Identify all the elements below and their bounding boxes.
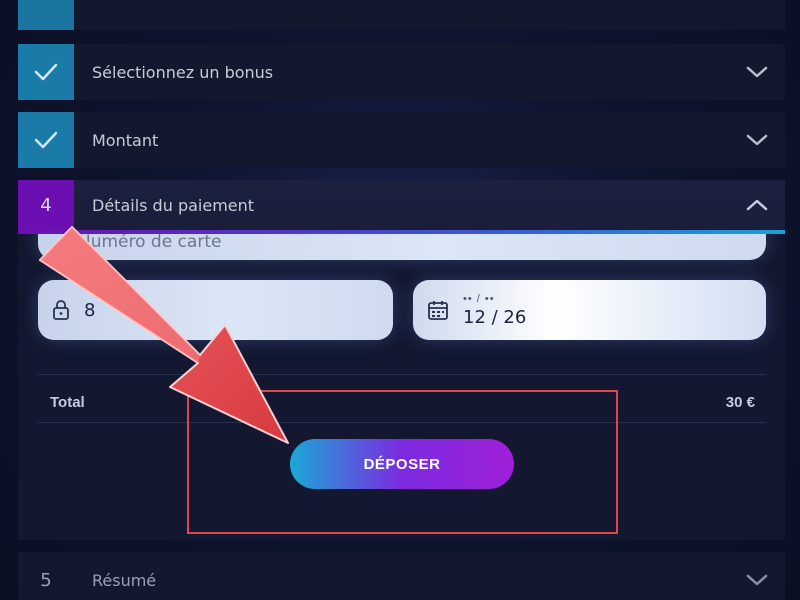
- step-amount[interactable]: Montant: [18, 112, 785, 168]
- step-bonus-label: Sélectionnez un bonus: [92, 62, 274, 82]
- step-summary-label: Résumé: [92, 570, 157, 590]
- total-divider-top: [38, 374, 766, 375]
- cvv-field[interactable]: 8: [38, 280, 393, 340]
- lock-icon: [53, 300, 69, 320]
- total-divider-bottom: [38, 422, 766, 423]
- step-summary[interactable]: 5 Résumé: [18, 552, 785, 600]
- payment-panel: Numéro de carte 8 •• / •• 12 / 26 Total …: [18, 234, 785, 540]
- step-previous-status: [18, 0, 74, 30]
- step-bonus-status: [18, 44, 74, 100]
- step-previous-sliver: [18, 0, 785, 30]
- expiry-field[interactable]: •• / •• 12 / 26: [413, 280, 766, 340]
- expiry-value: 12 / 26: [463, 306, 527, 328]
- chevron-down-icon[interactable]: [737, 44, 777, 100]
- chevron-down-icon[interactable]: [737, 552, 777, 600]
- card-number-field[interactable]: Numéro de carte: [38, 234, 766, 260]
- checkmark-icon: [34, 131, 58, 149]
- deposit-button[interactable]: DÉPOSER: [290, 439, 514, 489]
- deposit-page: Sélectionnez un bonus Montant 4 Détails …: [0, 0, 800, 600]
- step-amount-status: [18, 112, 74, 168]
- checkmark-icon: [34, 63, 58, 81]
- step-summary-number: 5: [18, 552, 74, 600]
- total-value: 30 €: [725, 394, 755, 411]
- calendar-icon: [428, 301, 448, 320]
- chevron-down-icon[interactable]: [737, 112, 777, 168]
- step-bonus[interactable]: Sélectionnez un bonus: [18, 44, 785, 100]
- expiry-content: •• / •• 12 / 26: [463, 293, 526, 328]
- step-payment-number: 4: [18, 180, 74, 230]
- step-amount-label: Montant: [92, 130, 159, 150]
- chevron-up-icon[interactable]: [737, 180, 777, 230]
- step-payment[interactable]: 4 Détails du paiement: [18, 180, 785, 230]
- expiry-label: •• / ••: [463, 292, 495, 305]
- total-label: Total: [50, 394, 85, 411]
- card-number-placeholder: Numéro de carte: [78, 234, 222, 252]
- cvv-value: 8: [84, 299, 96, 321]
- step-payment-label: Détails du paiement: [92, 195, 255, 215]
